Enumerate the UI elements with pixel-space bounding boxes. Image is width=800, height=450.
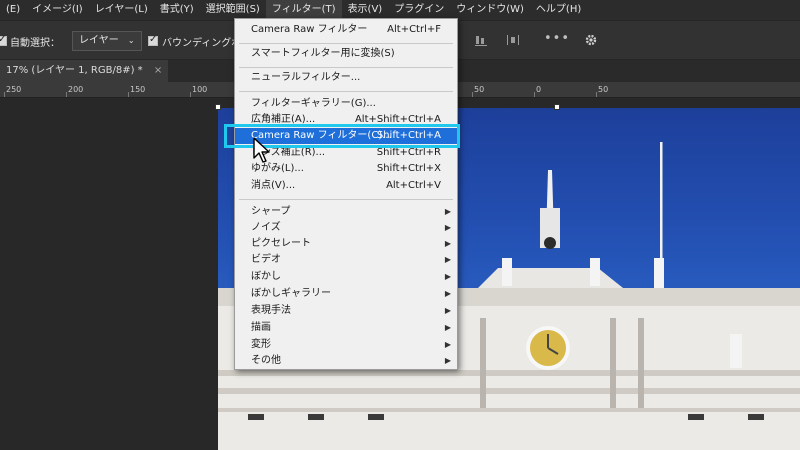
menu-item-neural-filters[interactable]: ニューラルフィルター... <box>235 70 457 86</box>
ruler-label: 50 <box>474 85 485 94</box>
submenu-arrow-icon: ▶ <box>444 323 451 332</box>
photoshop-window: (E) イメージ(I) レイヤー(L) 書式(Y) 選択範囲(S) フィルター(… <box>0 0 800 450</box>
menu-item-label: ぼかし <box>251 271 281 282</box>
ruler-label: 100 <box>192 85 208 94</box>
transform-handle[interactable] <box>554 104 560 110</box>
transform-handle[interactable] <box>215 104 221 110</box>
submenu-arrow-icon: ▶ <box>444 272 451 281</box>
menu-edit[interactable]: (E) <box>0 0 26 20</box>
submenu-arrow-icon: ▶ <box>444 239 451 248</box>
menu-layer[interactable]: レイヤー(L) <box>89 0 154 20</box>
ruler-tick <box>4 92 5 97</box>
menu-item-vanishing-point[interactable]: 消点(V)... Alt+Ctrl+V <box>235 178 457 194</box>
menu-item-shortcut: Alt+Ctrl+V <box>386 180 441 191</box>
menu-image[interactable]: イメージ(I) <box>26 0 89 20</box>
statue <box>654 258 664 288</box>
chevron-down-icon: ⌄ <box>127 36 135 45</box>
auto-select-checkbox[interactable] <box>0 34 7 46</box>
menu-item-label: ニューラルフィルター... <box>251 72 361 83</box>
menu-item-label: 描画 <box>251 322 271 333</box>
menu-item-stylize[interactable]: 表現手法 ▶ <box>235 303 457 319</box>
menu-item-label: 変形 <box>251 339 271 350</box>
ruler-tick <box>472 92 473 97</box>
menu-item-pixelate[interactable]: ピクセレート ▶ <box>235 236 457 252</box>
more-options-icon[interactable]: ••• <box>544 31 570 46</box>
menu-help[interactable]: ヘルプ(H) <box>530 0 587 20</box>
ruler-label: 250 <box>6 85 22 94</box>
menu-item-label: ぼかしギャラリー <box>251 288 331 299</box>
ruler-label: 150 <box>130 85 146 94</box>
document-tab[interactable]: 17% (レイヤー 1, RGB/8#) * × <box>0 60 169 82</box>
align-bottom-icon[interactable] <box>474 33 488 51</box>
ruler-tick <box>596 92 597 97</box>
filter-menu: Camera Raw フィルター Alt+Ctrl+F スマートフィルター用に変… <box>234 18 458 370</box>
menu-bar: (E) イメージ(I) レイヤー(L) 書式(Y) 選択範囲(S) フィルター(… <box>0 0 800 20</box>
menu-item-label: 消点(V)... <box>251 180 296 191</box>
submenu-arrow-icon: ▶ <box>444 340 451 349</box>
submenu-arrow-icon: ▶ <box>444 356 451 365</box>
submenu-arrow-icon: ▶ <box>444 306 451 315</box>
menu-item-convert-smart-filter[interactable]: スマートフィルター用に変換(S) <box>235 46 457 62</box>
menu-item-filter-gallery[interactable]: フィルターギャラリー(G)... <box>235 96 457 112</box>
menu-view[interactable]: 表示(V) <box>342 0 389 20</box>
submenu-arrow-icon: ▶ <box>444 255 451 264</box>
ruler-label: 0 <box>536 85 542 94</box>
statue <box>590 258 600 286</box>
menu-item-shortcut: Alt+Ctrl+F <box>387 24 441 35</box>
flagpole <box>660 142 663 260</box>
statue <box>502 258 512 286</box>
menu-item-label: ピクセレート <box>251 238 311 249</box>
ruler-tick <box>190 92 191 97</box>
menu-type[interactable]: 書式(Y) <box>154 0 200 20</box>
menu-item-label: フィルターギャラリー(G)... <box>251 98 376 109</box>
menu-item-label: スマートフィルター用に変換(S) <box>251 48 395 59</box>
auto-select-value: レイヤー <box>79 35 119 46</box>
menu-separator <box>239 199 453 200</box>
menu-item-label: ビデオ <box>251 254 281 265</box>
menu-separator <box>239 91 453 92</box>
submenu-arrow-icon: ▶ <box>444 289 451 298</box>
menu-item-render[interactable]: 描画 ▶ <box>235 320 457 336</box>
menu-select[interactable]: 選択範囲(S) <box>200 0 266 20</box>
ruler-tick <box>66 92 67 97</box>
menu-separator <box>239 43 453 44</box>
menu-item-noise[interactable]: ノイズ ▶ <box>235 220 457 236</box>
bounding-box-checkbox[interactable] <box>148 34 158 46</box>
menu-plugins[interactable]: プラグイン <box>388 0 450 20</box>
menu-item-label: 表現手法 <box>251 305 291 316</box>
menu-separator <box>239 67 453 68</box>
ruler-tick <box>534 92 535 97</box>
menu-filter[interactable]: フィルター(T) <box>265 0 342 20</box>
menu-item-label: その他 <box>251 355 281 366</box>
menu-item-sharpen[interactable]: シャープ ▶ <box>235 204 457 220</box>
menu-item-label: シャープ <box>251 206 291 217</box>
menu-item-label: ノイズ <box>251 222 281 233</box>
menu-item-blur-gallery[interactable]: ぼかしギャラリー ▶ <box>235 286 457 302</box>
menu-item-distort[interactable]: 変形 ▶ <box>235 337 457 353</box>
close-icon[interactable]: × <box>154 65 162 76</box>
menu-window[interactable]: ウィンドウ(W) <box>450 0 530 20</box>
ruler-label: 50 <box>598 85 609 94</box>
ruler-label: 200 <box>68 85 84 94</box>
submenu-arrow-icon: ▶ <box>444 207 451 216</box>
ruler-tick <box>128 92 129 97</box>
gear-icon[interactable] <box>584 33 598 51</box>
distribute-icon[interactable] <box>506 33 520 51</box>
auto-select-label: 自動選択： <box>10 38 60 49</box>
mouse-cursor-icon <box>252 136 274 168</box>
auto-select-dropdown[interactable]: レイヤー ⌄ <box>72 31 142 51</box>
menu-item-shortcut: Shift+Ctrl+X <box>376 163 441 174</box>
menu-item-last-filter[interactable]: Camera Raw フィルター Alt+Ctrl+F <box>235 22 457 38</box>
bounding-box-label: バウンディングボ <box>162 38 242 49</box>
document-tab-label: 17% (レイヤー 1, RGB/8#) * <box>6 65 143 76</box>
menu-item-blur[interactable]: ぼかし ▶ <box>235 269 457 285</box>
menu-item-video[interactable]: ビデオ ▶ <box>235 252 457 268</box>
menu-item-other[interactable]: その他 ▶ <box>235 353 457 369</box>
statue <box>730 334 742 368</box>
submenu-arrow-icon: ▶ <box>444 223 451 232</box>
bell <box>544 237 556 249</box>
menu-item-label: Camera Raw フィルター <box>251 24 368 35</box>
